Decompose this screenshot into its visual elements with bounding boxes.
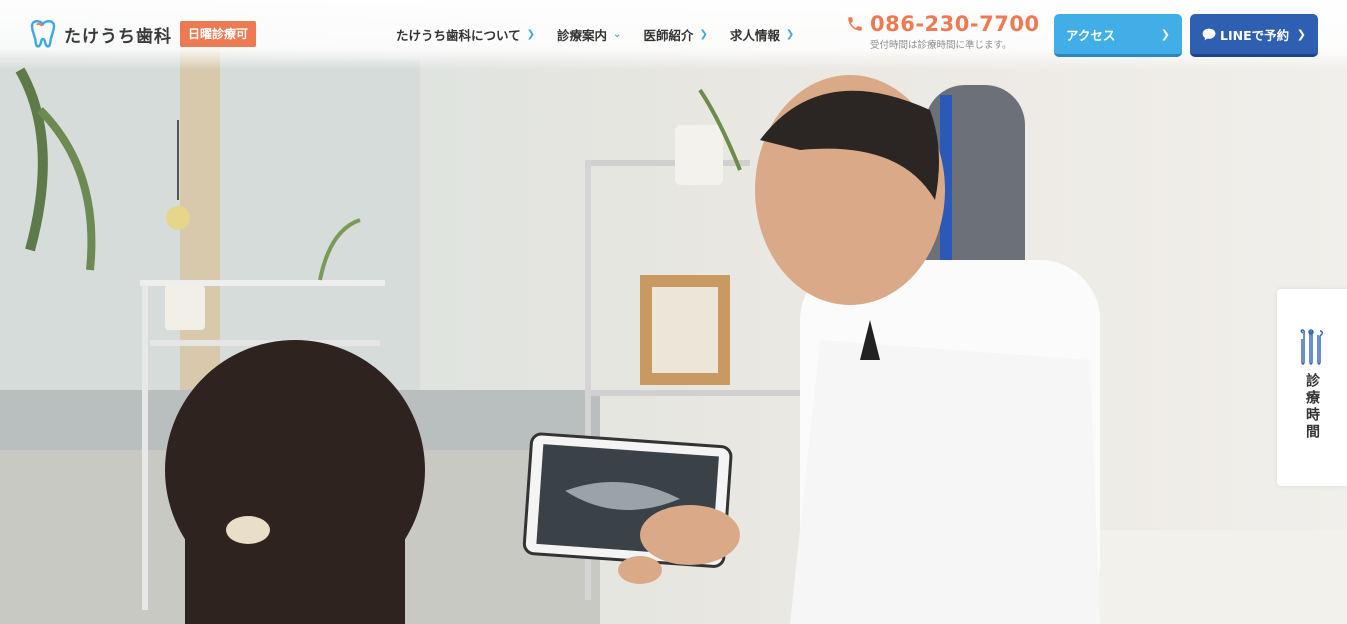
main-nav: たけうち歯科について ❯ 診療案内 ⌄ 医師紹介 ❯ 求人情報 ❯ (396, 25, 816, 44)
nav-item-label: 医師紹介 (643, 28, 694, 43)
line-button-label: LINEで予約 (1220, 27, 1290, 43)
site-header: たけうち歯科 日曜診療可 たけうち歯科について ❯ 診療案内 ⌄ 医師紹介 ❯ … (0, 0, 1347, 70)
chevron-right-icon: ❯ (1296, 27, 1306, 41)
nav-item-recruit[interactable]: 求人情報 ❯ (730, 25, 794, 44)
chevron-right-icon: ❯ (1160, 27, 1170, 41)
line-reservation-button[interactable]: LINEで予約 ❯ (1190, 14, 1318, 57)
reception-hours-note: 受付時間は診療時間に準じます。 (870, 40, 1012, 51)
clinic-hours-side-tab[interactable]: 診療時間 (1277, 289, 1347, 486)
hero-image (0, 0, 1347, 624)
nav-item-about[interactable]: たけうち歯科について ❯ (396, 25, 535, 44)
nav-item-doctors[interactable]: 医師紹介 ❯ (643, 25, 707, 44)
chevron-down-icon: ⌄ (613, 29, 622, 40)
hero-photo-illustration (0, 40, 1347, 624)
side-tab-label: 診療時間 (1304, 373, 1320, 441)
chat-bubble-icon (1202, 28, 1216, 40)
tooth-logo-icon (30, 20, 56, 48)
phone-icon (848, 17, 862, 31)
dental-tools-icon (1300, 329, 1323, 365)
brand-name: たけうち歯科 (64, 26, 172, 47)
nav-item-label: 求人情報 (729, 28, 780, 43)
nav-item-label: たけうち歯科について (396, 28, 521, 43)
access-button[interactable]: アクセス ❯ (1054, 14, 1182, 57)
phone-number: 086-230-7700 (870, 12, 1040, 36)
access-button-label: アクセス (1066, 27, 1116, 43)
chevron-right-icon: ❯ (526, 29, 536, 40)
nav-item-label: 診療案内 (557, 28, 608, 43)
nav-item-treatments[interactable]: 診療案内 ⌄ (557, 25, 621, 44)
phone-contact[interactable]: 086-230-7700 受付時間は診療時間に準じます。 (846, 12, 1040, 51)
chevron-right-icon: ❯ (699, 29, 708, 40)
site-logo[interactable]: たけうち歯科 (28, 20, 172, 48)
chevron-right-icon: ❯ (785, 29, 795, 40)
sunday-clinic-badge: 日曜診療可 (180, 21, 257, 47)
